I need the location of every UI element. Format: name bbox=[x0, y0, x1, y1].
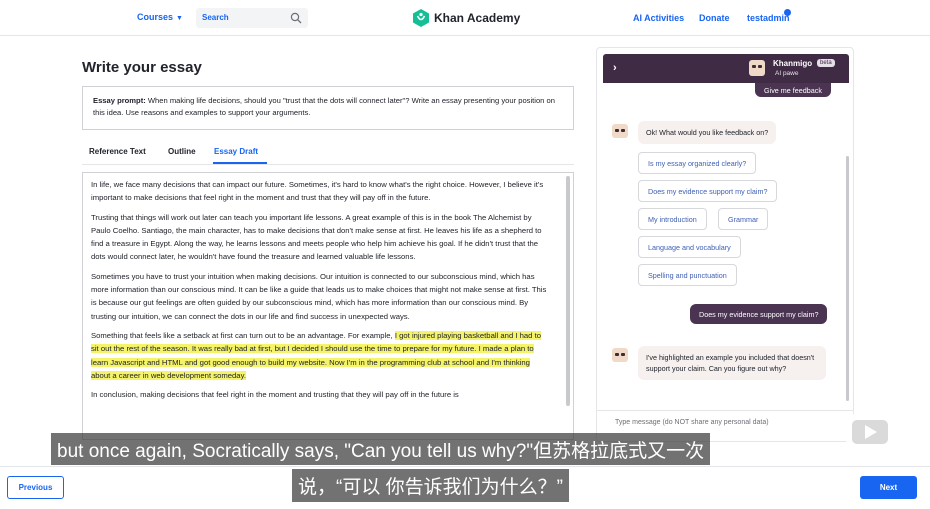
tab-reference-text[interactable]: Reference Text bbox=[89, 147, 146, 156]
tab-outline[interactable]: Outline bbox=[168, 147, 196, 156]
avatar-eye bbox=[615, 129, 619, 132]
user-message: Does my evidence support my claim? bbox=[690, 304, 828, 324]
essay-tabs: Reference Text Outline Essay Draft bbox=[82, 140, 574, 166]
essay-paragraph: Sometimes you have to trust your intuiti… bbox=[91, 271, 547, 321]
khanmigo-avatar bbox=[612, 348, 628, 362]
avatar-eye bbox=[752, 65, 756, 68]
khanmigo-subtitle: AI pawe bbox=[775, 70, 799, 77]
chip-essay-organized[interactable]: Is my essay organized clearly? bbox=[638, 152, 757, 174]
avatar-eye bbox=[621, 129, 625, 132]
notification-dot bbox=[784, 9, 791, 16]
khan-academy-logo-icon bbox=[413, 9, 429, 27]
bot-message: Ok! What would you like feedback on? bbox=[638, 121, 777, 144]
chat-input-divider bbox=[597, 410, 853, 411]
chevron-down-icon: ▼ bbox=[176, 15, 183, 22]
essay-text-plain: Something that feels like a setback at f… bbox=[91, 330, 395, 340]
video-subtitle-line-1: but once again, Socratically says, "Can … bbox=[51, 433, 711, 465]
next-button[interactable]: Next bbox=[860, 476, 917, 499]
tab-divider bbox=[82, 164, 574, 165]
bot-message: I've highlighted an example you included… bbox=[638, 346, 826, 380]
search-box[interactable]: Search bbox=[196, 8, 308, 28]
chip-spelling-punctuation[interactable]: Spelling and punctuation bbox=[638, 264, 737, 286]
avatar-eye bbox=[621, 353, 625, 356]
essay-paragraph: In life, we face many decisions that can… bbox=[91, 180, 544, 203]
tab-essay-draft[interactable]: Essay Draft bbox=[214, 147, 258, 156]
chip-grammar[interactable]: Grammar bbox=[718, 208, 769, 230]
chat-message-input[interactable]: Type message (do NOT share any personal … bbox=[615, 419, 769, 426]
chip-language-vocabulary[interactable]: Language and vocabulary bbox=[638, 236, 741, 258]
search-input[interactable]: Search bbox=[202, 13, 229, 22]
video-subtitle-line-2: 说，“可以 你告诉我们为什么？” bbox=[292, 469, 569, 502]
video-player-watermark-icon bbox=[846, 406, 894, 450]
user-message: Give me feedback bbox=[755, 83, 831, 97]
chat-header: › Khanmigo beta AI pawe bbox=[603, 54, 849, 83]
chevron-right-icon[interactable]: › bbox=[613, 62, 617, 74]
previous-button[interactable]: Previous bbox=[7, 476, 64, 499]
avatar-eye bbox=[615, 353, 619, 356]
essay-text[interactable]: In life, we face many decisions that can… bbox=[83, 173, 573, 401]
khanmigo-name: Khanmigo bbox=[773, 59, 813, 68]
donate-link[interactable]: Donate bbox=[699, 13, 730, 23]
avatar-eye bbox=[758, 65, 762, 68]
beta-badge: beta bbox=[817, 59, 835, 67]
ai-activities-link[interactable]: AI Activities bbox=[633, 13, 684, 23]
khanmigo-avatar bbox=[612, 124, 628, 138]
search-icon[interactable] bbox=[290, 12, 302, 24]
courses-menu[interactable]: Courses ▼ bbox=[137, 12, 183, 22]
khanmigo-avatar bbox=[749, 60, 765, 76]
logo-text: Khan Academy bbox=[434, 11, 521, 25]
essay-paragraph: In conclusion, making decisions that fee… bbox=[91, 390, 459, 400]
user-menu[interactable]: testadmin bbox=[747, 13, 790, 23]
prompt-text: When making life decisions, should you "… bbox=[93, 96, 555, 117]
essay-prompt-box: Essay prompt: When making life decisions… bbox=[82, 86, 574, 130]
essay-draft-editor[interactable]: In life, we face many decisions that can… bbox=[82, 172, 574, 440]
khanmigo-chat-panel: › Khanmigo beta AI pawe Give me feedback… bbox=[596, 47, 854, 442]
courses-label: Courses bbox=[137, 12, 174, 22]
khan-academy-logo[interactable]: Khan Academy bbox=[413, 9, 520, 27]
essay-paragraph: Trusting that things will work out later… bbox=[91, 212, 542, 262]
chat-scrollbar[interactable] bbox=[846, 156, 849, 401]
essay-scrollbar[interactable] bbox=[566, 176, 570, 406]
essay-paragraph: Something that feels like a setback at f… bbox=[91, 329, 549, 382]
chip-my-introduction[interactable]: My introduction bbox=[638, 208, 707, 230]
chip-evidence-support[interactable]: Does my evidence support my claim? bbox=[638, 180, 778, 202]
prompt-label: Essay prompt: bbox=[93, 96, 146, 105]
page-title: Write your essay bbox=[82, 59, 202, 76]
